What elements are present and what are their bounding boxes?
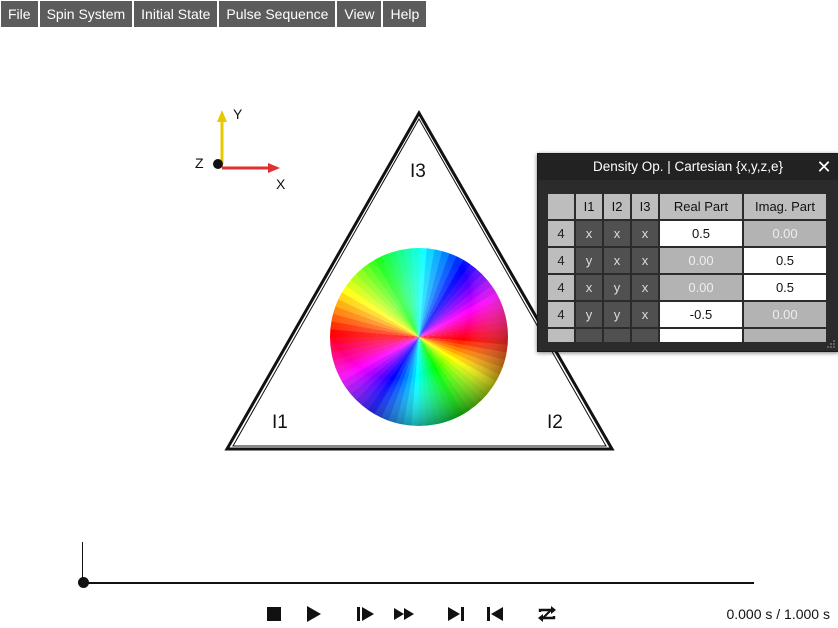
operator-i2: y — [604, 275, 630, 300]
loop-icon[interactable] — [535, 602, 559, 626]
column-header-i3: I3 — [632, 194, 658, 219]
time-readout: 0.000 s / 1.000 s — [726, 606, 830, 622]
menu-help[interactable]: Help — [383, 1, 427, 27]
table-row: 4 x y x 0.00 0.5 — [548, 275, 826, 300]
menu-bar: File Spin System Initial State Pulse Seq… — [1, 1, 427, 27]
timeline-cursor — [82, 542, 83, 582]
column-header-i2: I2 — [604, 194, 630, 219]
play-icon[interactable] — [301, 602, 325, 626]
column-header-count — [548, 194, 574, 219]
spin-label-i2: I2 — [547, 412, 563, 433]
imag-part-cell[interactable]: 0.5 — [744, 248, 826, 273]
operator-i2: x — [604, 221, 630, 246]
menu-spin-system[interactable]: Spin System — [39, 1, 133, 27]
operator-i3: x — [632, 275, 658, 300]
operator-i3: x — [632, 302, 658, 327]
table-row: 4 y x x 0.00 0.5 — [548, 248, 826, 273]
operator-i1: y — [576, 302, 602, 327]
column-header-i1: I1 — [576, 194, 602, 219]
timeline-track[interactable] — [83, 582, 754, 584]
table-row: 4 x x x 0.5 0.00 — [548, 221, 826, 246]
skip-to-end-icon[interactable] — [444, 602, 468, 626]
panel-title: Density Op. | Cartesian {x,y,z,e} — [592, 159, 784, 174]
real-part-cell[interactable]: 0.5 — [660, 221, 742, 246]
z-axis-label: Z — [195, 155, 204, 171]
density-operator-panel[interactable]: Density Op. | Cartesian {x,y,z,e} ✕ I1 I… — [537, 153, 838, 352]
row-count: 4 — [548, 302, 574, 327]
table-header-row: I1 I2 I3 Real Part Imag. Part — [548, 194, 826, 219]
fast-forward-icon[interactable] — [392, 602, 416, 626]
real-part-cell[interactable]: -0.5 — [660, 302, 742, 327]
resize-grip-icon[interactable] — [826, 339, 836, 349]
operator-i1: y — [576, 248, 602, 273]
imag-part-cell[interactable]: 0.00 — [744, 302, 826, 327]
close-icon[interactable]: ✕ — [816, 154, 832, 180]
timeline[interactable] — [78, 540, 758, 590]
playback-controls — [0, 602, 838, 626]
row-count: 4 — [548, 221, 574, 246]
imag-part-cell[interactable]: 0.00 — [744, 221, 826, 246]
row-count: 4 — [548, 275, 574, 300]
menu-initial-state[interactable]: Initial State — [134, 1, 218, 27]
row-count: 4 — [548, 248, 574, 273]
table-row-partial — [548, 329, 826, 342]
panel-title-bar[interactable]: Density Op. | Cartesian {x,y,z,e} ✕ — [538, 154, 838, 180]
column-header-imag: Imag. Part — [744, 194, 826, 219]
table-row: 4 y y x -0.5 0.00 — [548, 302, 826, 327]
density-table-container[interactable]: I1 I2 I3 Real Part Imag. Part 4 x x x 0.… — [546, 192, 831, 342]
operator-i3: x — [632, 248, 658, 273]
skip-to-start-icon[interactable] — [483, 602, 507, 626]
spin-label-i1: I1 — [272, 412, 288, 433]
operator-i1: x — [576, 275, 602, 300]
stop-icon[interactable] — [262, 602, 286, 626]
menu-file[interactable]: File — [1, 1, 38, 27]
menu-pulse-sequence[interactable]: Pulse Sequence — [219, 1, 336, 27]
imag-part-cell[interactable]: 0.5 — [744, 275, 826, 300]
menu-view[interactable]: View — [337, 1, 382, 27]
column-header-real: Real Part — [660, 194, 742, 219]
real-part-cell[interactable]: 0.00 — [660, 248, 742, 273]
density-table: I1 I2 I3 Real Part Imag. Part 4 x x x 0.… — [546, 192, 828, 342]
operator-i2: y — [604, 302, 630, 327]
step-forward-icon[interactable] — [353, 602, 377, 626]
timeline-handle[interactable] — [78, 577, 89, 588]
operator-i2: x — [604, 248, 630, 273]
operator-i1: x — [576, 221, 602, 246]
real-part-cell[interactable]: 0.00 — [660, 275, 742, 300]
operator-i3: x — [632, 221, 658, 246]
density-sphere — [330, 248, 508, 426]
spin-label-i3: I3 — [410, 161, 426, 182]
